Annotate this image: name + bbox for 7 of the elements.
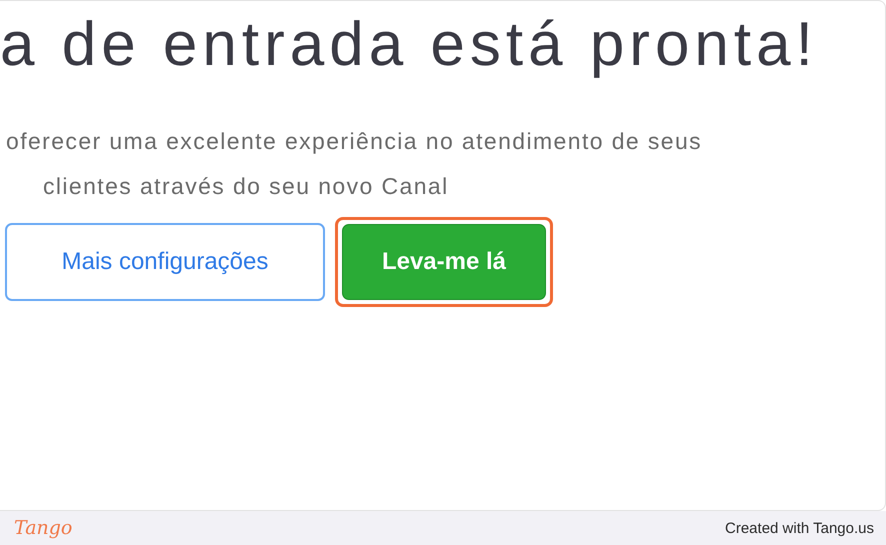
settings-button[interactable]: Mais configurações [5,223,325,301]
description-text: oferecer uma excelente experiência no atendimento de seus [6,127,702,156]
continue-button[interactable]: Leva-me lá [342,224,546,300]
credit-text: Created with Tango.us [725,520,874,536]
description-text: clientes através do seu novo Canal [43,172,449,201]
brand-logo: Tango [14,517,72,539]
page-heading: a de entrada está pronta! [0,9,819,81]
